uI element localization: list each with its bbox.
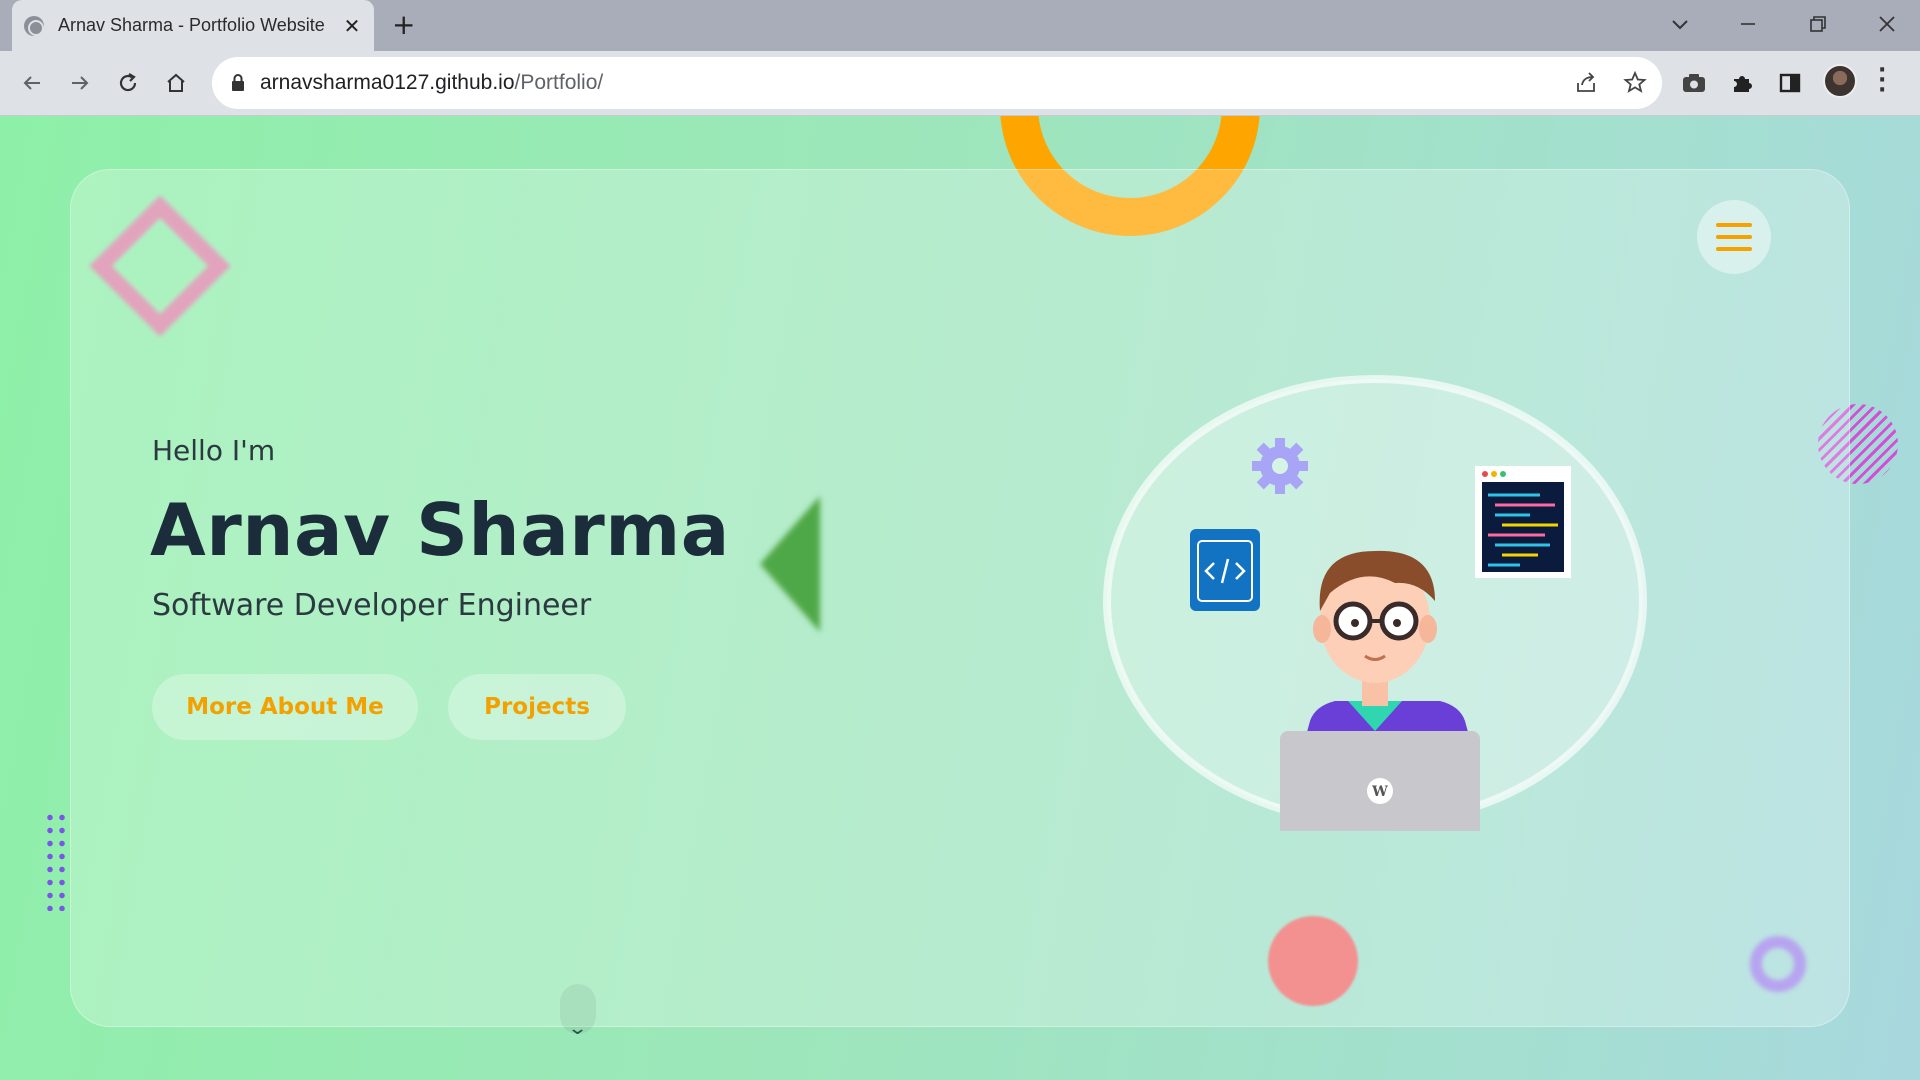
decorative-dot-grid xyxy=(44,811,68,911)
browser-toolbar: arnavsharma0127.github.io/Portfolio/ xyxy=(0,51,1920,116)
hamburger-menu-icon[interactable] xyxy=(1697,200,1771,274)
more-about-me-button[interactable]: More About Me xyxy=(152,674,418,740)
decorative-violet-ring xyxy=(1750,936,1806,992)
puzzle-icon[interactable] xyxy=(1725,66,1759,100)
home-icon[interactable] xyxy=(158,65,194,101)
chevron-down-icon[interactable] xyxy=(1668,12,1692,36)
tab-title: Arnav Sharma - Portfolio Website xyxy=(58,15,325,35)
more-vert-icon[interactable]: · · · xyxy=(1878,60,1886,102)
url-host: arnavsharma0127.github.io xyxy=(260,71,515,94)
plus-icon[interactable]: + xyxy=(392,10,415,40)
projects-button[interactable]: Projects xyxy=(448,674,626,740)
back-arrow-icon[interactable] xyxy=(14,65,50,101)
window-close-icon[interactable] xyxy=(1875,12,1899,36)
developer-illustration: W xyxy=(1103,375,1647,831)
laptop: W xyxy=(1280,731,1480,831)
page-viewport: Hello I'm Arnav Sharma Software Develope… xyxy=(0,116,1920,1080)
svg-text:W: W xyxy=(1371,784,1388,800)
minimize-icon[interactable] xyxy=(1736,12,1760,36)
camera-extension-icon[interactable] xyxy=(1677,66,1711,100)
browser-tab[interactable]: Arnav Sharma - Portfolio Website ✕ xyxy=(12,0,374,51)
forward-arrow-icon[interactable] xyxy=(62,65,98,101)
decorative-triangle xyxy=(760,496,820,632)
chevron-down-icon[interactable]: ⌄ xyxy=(567,1018,588,1039)
tab-strip: Arnav Sharma - Portfolio Website ✕ + xyxy=(0,0,1920,51)
hero-name: Arnav Sharma xyxy=(150,488,730,572)
gear-icon xyxy=(1252,438,1308,494)
restore-icon[interactable] xyxy=(1806,12,1830,36)
hero-greeting: Hello I'm xyxy=(152,434,276,467)
code-window-icon xyxy=(1475,466,1571,578)
avatar[interactable] xyxy=(1823,64,1857,98)
close-icon[interactable]: ✕ xyxy=(342,14,362,38)
code-tag-icon xyxy=(1190,529,1260,611)
lock-icon[interactable] xyxy=(230,73,246,93)
url-text[interactable]: arnavsharma0127.github.io/Portfolio/ xyxy=(260,71,603,95)
share-icon[interactable] xyxy=(1574,70,1600,96)
address-bar[interactable]: arnavsharma0127.github.io/Portfolio/ xyxy=(212,57,1662,109)
side-panel-icon[interactable] xyxy=(1773,66,1807,100)
reload-icon[interactable] xyxy=(110,65,146,101)
url-path: /Portfolio/ xyxy=(514,71,604,94)
hero-role: Software Developer Engineer xyxy=(152,588,592,623)
globe-icon xyxy=(24,15,44,36)
decorative-coral-circle xyxy=(1268,916,1358,1006)
star-icon[interactable] xyxy=(1622,70,1648,96)
